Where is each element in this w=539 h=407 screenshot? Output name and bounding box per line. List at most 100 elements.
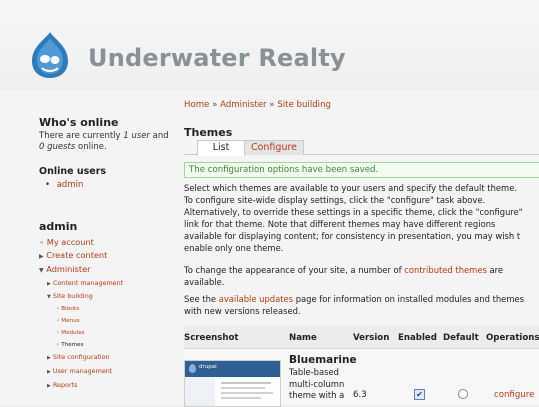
enabled-checkbox[interactable]: ✔ (414, 389, 425, 400)
text-part: with new versions released. (184, 306, 301, 316)
online-users-block: Online users • admin (39, 166, 174, 191)
bullet-icon: ∘ (56, 318, 60, 324)
tab-configure[interactable]: Configure (244, 140, 304, 155)
thumbnail-content-line (221, 397, 261, 399)
menu-link[interactable]: Create content (46, 250, 107, 260)
text-part: To change the appearance of your site, a… (184, 265, 405, 275)
expanded-arrow-icon: ▼ (47, 294, 51, 300)
description-line: available for displaying content; for co… (184, 231, 521, 241)
drupal-logo-icon[interactable] (28, 30, 73, 80)
menu-item-menus[interactable]: ∘ Menus (39, 315, 174, 327)
menu-item-my-account[interactable]: ∘ My account (39, 236, 174, 249)
tab-list[interactable]: List (197, 140, 245, 156)
menu-item-modules[interactable]: ∘ Modules (39, 327, 174, 339)
description-line: theme with a (289, 390, 345, 400)
breadcrumb-separator: » (266, 100, 278, 110)
configure-theme-link[interactable]: configure (494, 390, 534, 400)
menu-link[interactable]: Modules (61, 330, 84, 336)
admin-menu: ∘ My account ▶ Create content ▼ Administ… (39, 236, 174, 393)
menu-item-reports[interactable]: ▶ Reports (39, 379, 174, 393)
menu-item-site-building[interactable]: ▼ Site building (39, 290, 174, 303)
text-part: page for information on installed module… (293, 294, 525, 304)
whos-online-text-part: There are currently (39, 131, 124, 141)
default-radio[interactable] (458, 389, 468, 399)
collapsed-arrow-icon: ▶ (39, 253, 44, 260)
checkmark-icon: ✔ (416, 390, 423, 399)
bullet-icon: ∘ (56, 342, 60, 348)
column-header-operations: Operations (486, 333, 539, 343)
description-line: Table-based (289, 367, 339, 377)
theme-screenshot: drupal (184, 360, 281, 407)
thumbnail-site-name: drupal (199, 364, 217, 370)
menu-link[interactable]: My account (47, 237, 94, 247)
online-user-link[interactable]: admin (57, 180, 84, 190)
description-line: multi-column (289, 378, 345, 389)
whos-online-block: Who's online There are currently 1 user … (39, 116, 174, 153)
site-header: Underwater Realty (0, 0, 539, 90)
menu-link[interactable]: Reports (53, 381, 78, 389)
expanded-arrow-icon: ▼ (39, 267, 44, 274)
column-header-version: Version (353, 333, 390, 343)
tab-label: List (212, 142, 230, 153)
page-title: Themes (184, 126, 233, 139)
thumbnail-header: drupal (185, 361, 280, 377)
tab-label: Configure (250, 142, 298, 153)
menu-link[interactable]: Content management (53, 279, 123, 287)
online-user-item: • admin (39, 180, 174, 191)
menu-link[interactable]: Menus (61, 318, 79, 324)
menu-link[interactable]: Site configuration (53, 353, 110, 361)
description-line: enable only one theme. (184, 243, 284, 253)
collapsed-arrow-icon: ▶ (47, 281, 51, 287)
menu-item-themes[interactable]: ∘ Themes (39, 339, 174, 351)
description-line: To configure site-wide display settings,… (184, 195, 486, 205)
contributed-themes-link[interactable]: contributed themes (404, 265, 487, 275)
menu-item-content-management[interactable]: ▶ Content management (39, 277, 174, 290)
thumbnail-content-line (221, 382, 271, 384)
thumbnail-content-line (221, 392, 273, 394)
menu-item-blocks[interactable]: ∘ Blocks (39, 303, 174, 315)
main-content: Home » Administer » Site building Themes… (176, 90, 539, 407)
thumbnail-content-line (221, 387, 265, 389)
user-count: 1 user (123, 131, 150, 141)
available-updates-link[interactable]: available updates (219, 294, 293, 304)
menu-item-create-content[interactable]: ▶ Create content (39, 249, 174, 263)
breadcrumb-separator: » (209, 100, 221, 110)
themes-description: Select which themes are available to you… (184, 182, 539, 254)
whos-online-text-part: online. (75, 142, 107, 152)
breadcrumb-home[interactable]: Home (184, 100, 209, 110)
menu-link-active[interactable]: Themes (61, 342, 83, 348)
menu-link[interactable]: Blocks (61, 306, 79, 312)
menu-item-user-management[interactable]: ▶ User management (39, 365, 174, 379)
bullet-icon: • (45, 180, 51, 190)
collapsed-arrow-icon: ▶ (47, 369, 51, 375)
menu-link[interactable]: Administer (46, 264, 90, 274)
admin-menu-block: admin ∘ My account ▶ Create content ▼ Ad… (39, 220, 174, 393)
online-users-title: Online users (39, 166, 107, 177)
site-name[interactable]: Underwater Realty (88, 44, 346, 72)
description-line: Alternatively, to override these setting… (184, 207, 523, 217)
collapsed-arrow-icon: ▶ (47, 383, 51, 389)
menu-link[interactable]: Site building (53, 292, 93, 300)
description-line: link for that theme. Note that different… (184, 219, 496, 229)
menu-item-administer[interactable]: ▼ Administer (39, 263, 174, 277)
bullet-icon: ∘ (56, 330, 60, 336)
text-part: See the (184, 294, 219, 304)
updates-text: See the available updates page for infor… (184, 293, 539, 317)
collapsed-arrow-icon: ▶ (47, 355, 51, 361)
theme-version: 6.3 (353, 390, 367, 400)
browser-page: Underwater Realty Who's online There are… (0, 0, 539, 407)
menu-link[interactable]: User management (53, 367, 112, 375)
column-header-screenshot: Screenshot (184, 333, 239, 343)
status-message: The configuration options have been save… (184, 162, 539, 178)
bullet-icon: ∘ (56, 306, 60, 312)
admin-menu-title: admin (39, 220, 78, 233)
menu-item-site-configuration[interactable]: ▶ Site configuration (39, 351, 174, 365)
breadcrumb: Home » Administer » Site building (184, 100, 331, 110)
whos-online-text-part: and (149, 131, 169, 141)
whos-online-text: There are currently 1 user and 0 guests … (39, 131, 174, 153)
description-line: Select which themes are available to you… (184, 183, 518, 193)
breadcrumb-site-building[interactable]: Site building (277, 100, 331, 110)
breadcrumb-administer[interactable]: Administer (220, 100, 266, 110)
column-header-name: Name (289, 333, 317, 343)
guest-count: 0 guests (39, 142, 76, 152)
